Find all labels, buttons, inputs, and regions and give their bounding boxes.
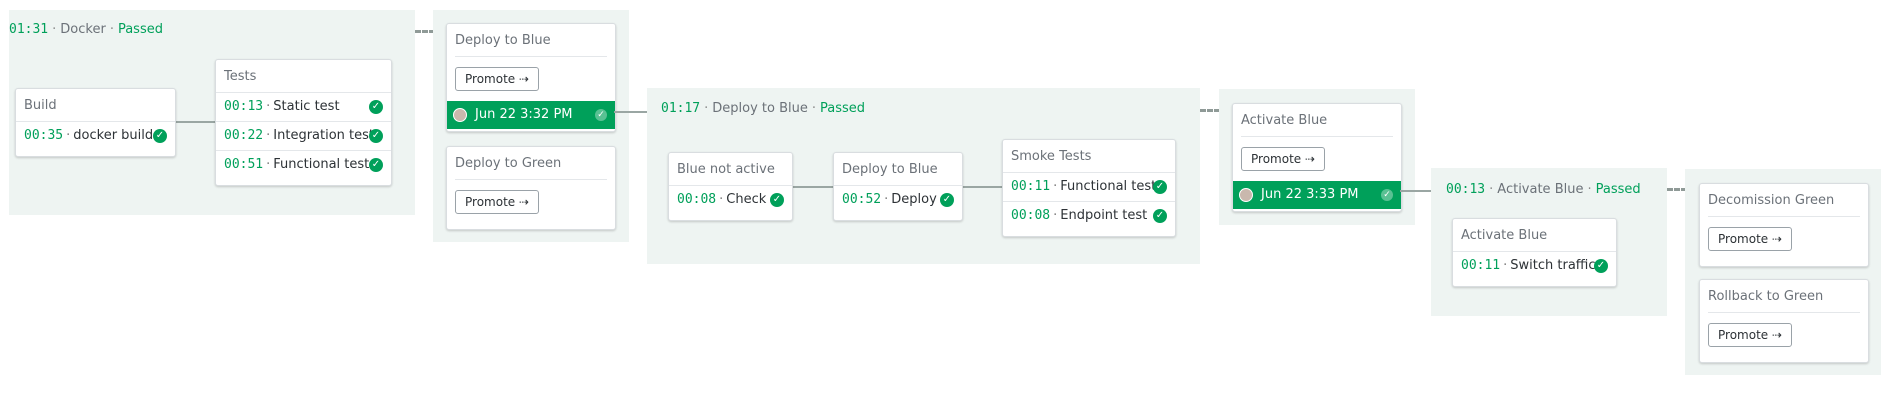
passed-check-icon: ✓ [1153, 180, 1167, 194]
connector-line [614, 111, 648, 113]
promotion-dashed-connector [1200, 109, 1220, 112]
promotion-title: Decomission Green [1708, 184, 1860, 217]
promotion-title: Rollback to Green [1708, 280, 1860, 313]
job-switch-traffic[interactable]: 00:11 · Switch traffic ✓ [1453, 251, 1616, 280]
promotion-activate-blue: Activate Blue Promote ⇢ Jun 22 3:33 PM ✓ [1232, 103, 1402, 212]
block-deploy-to-blue: Deploy to Blue 00:52 · Deploy ✓ [833, 152, 963, 221]
job-functional-test[interactable]: 00:11 · Functional test ✓ [1003, 172, 1175, 201]
promote-button[interactable]: Promote ⇢ [455, 67, 540, 91]
promotion-deploy-to-blue: Deploy to Blue Promote ⇢ Jun 22 3:32 PM … [446, 23, 616, 132]
promotion-decomission-green: Decomission Green Promote ⇢ [1699, 183, 1869, 267]
avatar [1239, 188, 1253, 202]
job-integration-test[interactable]: 00:22 · Integration test ✓ [216, 121, 391, 150]
block-activate-blue: Activate Blue 00:11 · Switch traffic ✓ [1452, 218, 1617, 287]
passed-check-icon: ✓ [595, 109, 607, 121]
connector-line [961, 186, 1002, 188]
passed-check-icon: ✓ [770, 193, 784, 207]
status-badge: Passed [820, 101, 866, 116]
job-functional-test[interactable]: 00:51 · Functional test ✓ [216, 150, 391, 179]
passed-check-icon: ✓ [369, 100, 383, 114]
promotion-title: Deploy to Blue [455, 24, 607, 57]
block-smoke-tests: Smoke Tests 00:11 · Functional test ✓ 00:0… [1002, 139, 1176, 237]
connector-line [791, 186, 833, 188]
promotion-dashed-connector [415, 30, 435, 33]
block-title: Blue not active [677, 162, 775, 177]
pipeline-activate-blue-header[interactable]: 00:13 · Activate Blue · Passed [1446, 182, 1641, 197]
avatar [453, 108, 467, 122]
job-deploy[interactable]: 00:52 · Deploy ✓ [834, 185, 962, 214]
passed-check-icon: ✓ [153, 129, 167, 143]
block-title: Deploy to Blue [842, 162, 938, 177]
promote-button[interactable]: Promote ⇢ [1708, 227, 1793, 251]
pipeline-deploy-blue-header[interactable]: 01:17 · Deploy to Blue · Passed [661, 101, 865, 116]
promoted-pipeline-link[interactable]: Jun 22 3:33 PM ✓ [1233, 181, 1401, 209]
block-title: Activate Blue [1461, 228, 1548, 243]
block-title: Smoke Tests [1011, 149, 1092, 164]
job-endpoint-test[interactable]: 00:08 · Endpoint test ✓ [1003, 201, 1175, 230]
passed-check-icon: ✓ [1594, 259, 1608, 273]
job-check[interactable]: 00:08 · Check ✓ [669, 185, 792, 214]
block-title: Tests [224, 69, 257, 84]
promote-button[interactable]: Promote ⇢ [1241, 147, 1326, 171]
passed-check-icon: ✓ [1153, 209, 1167, 223]
promotion-deploy-to-green: Deploy to Green Promote ⇢ [446, 146, 616, 230]
status-badge: Passed [1595, 182, 1641, 197]
passed-check-icon: ✓ [1381, 189, 1393, 201]
passed-check-icon: ✓ [369, 158, 383, 172]
block-blue-not-active: Blue not active 00:08 · Check ✓ [668, 152, 793, 221]
promotion-rollback-to-green: Rollback to Green Promote ⇢ [1699, 279, 1869, 363]
status-badge: Passed [117, 22, 163, 37]
promote-button[interactable]: Promote ⇢ [455, 190, 540, 214]
block-title: Build [24, 98, 57, 113]
block-build: Build 00:35 · docker build ✓ [15, 88, 176, 157]
pipeline-docker-header[interactable]: 01:31 · Docker · Passed [9, 22, 163, 37]
connector-line [1400, 190, 1432, 192]
passed-check-icon: ✓ [369, 129, 383, 143]
job-docker-build[interactable]: 00:35 · docker build ✓ [16, 121, 175, 150]
promoted-pipeline-link[interactable]: Jun 22 3:32 PM ✓ [447, 101, 615, 129]
promotion-title: Deploy to Green [455, 147, 607, 180]
connector-line [174, 121, 216, 123]
job-static-test[interactable]: 00:13 · Static test ✓ [216, 92, 391, 121]
promotion-title: Activate Blue [1241, 104, 1393, 137]
passed-check-icon: ✓ [940, 193, 954, 207]
block-tests: Tests 00:13 · Static test ✓ 00:22 · Integrat… [215, 59, 392, 186]
promote-button[interactable]: Promote ⇢ [1708, 323, 1793, 347]
promotion-dashed-connector [1667, 188, 1687, 191]
